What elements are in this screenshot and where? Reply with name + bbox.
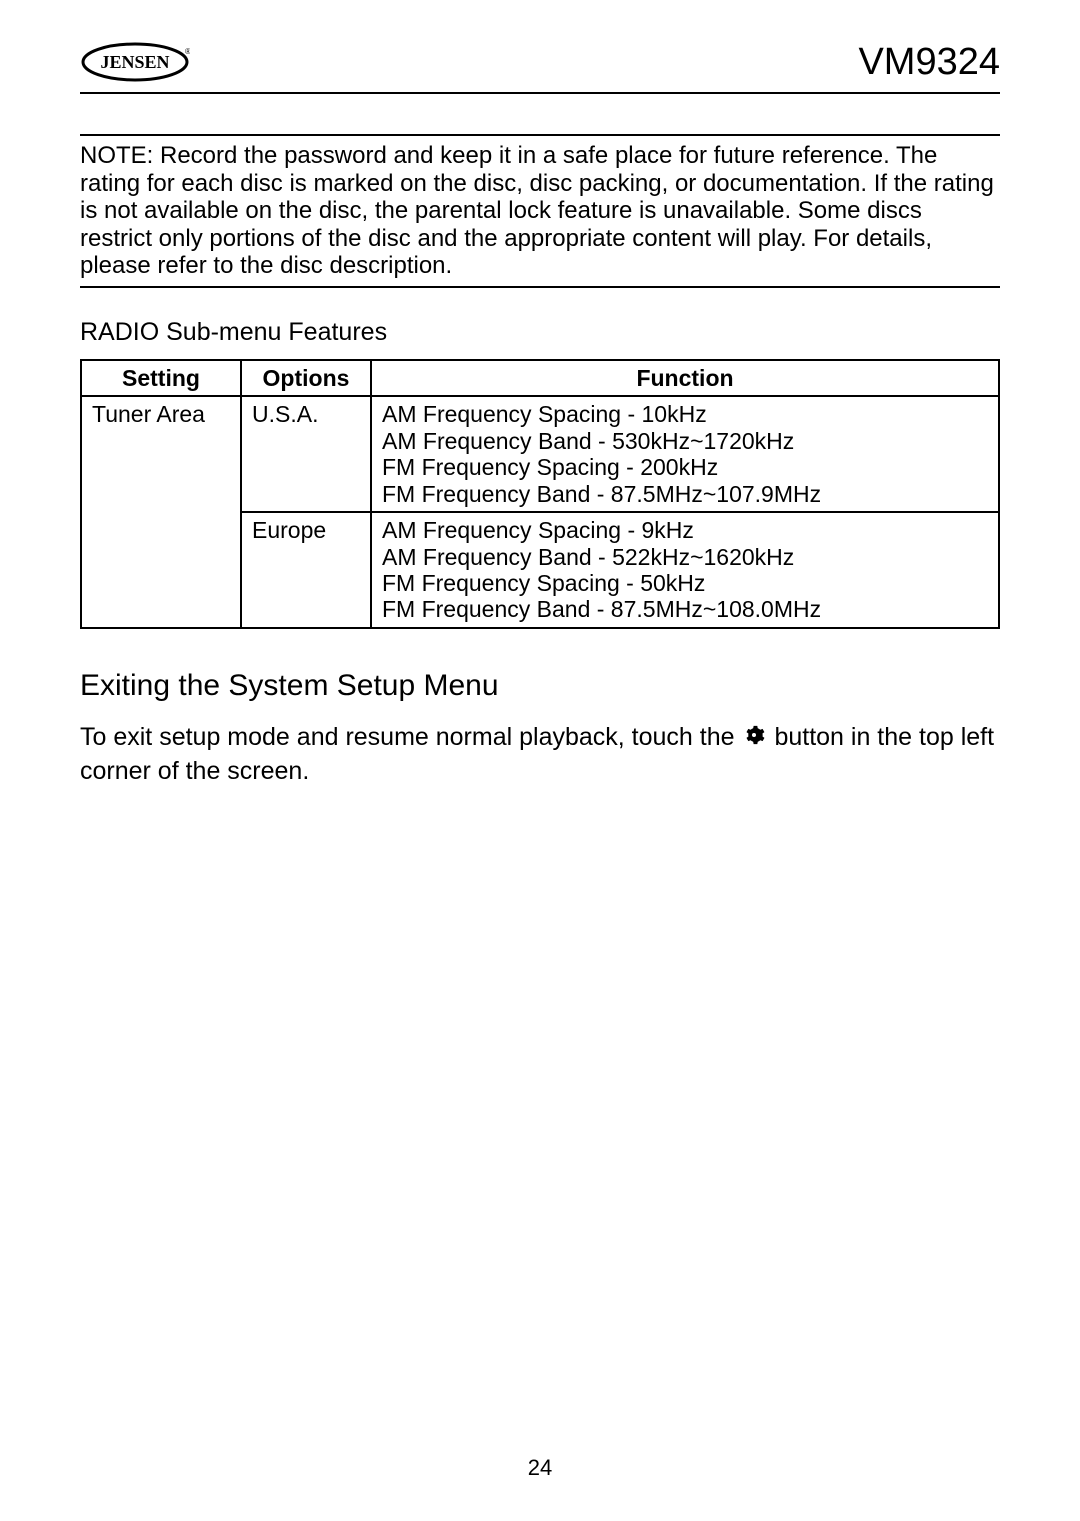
- note-text: NOTE: Record the password and keep it in…: [80, 142, 994, 279]
- cell-function: AM Frequency Spacing - 10kHz AM Frequenc…: [371, 396, 999, 512]
- func-line: AM Frequency Band - 522kHz~1620kHz: [382, 544, 988, 570]
- page-number: 24: [0, 1455, 1080, 1481]
- func-line: FM Frequency Spacing - 50kHz: [382, 570, 988, 596]
- model-number: VM9324: [858, 41, 1000, 84]
- func-line: AM Frequency Spacing - 10kHz: [382, 401, 988, 427]
- col-header-setting: Setting: [81, 360, 241, 396]
- gear-icon: [743, 722, 765, 755]
- radio-features-table: Setting Options Function Tuner Area U.S.…: [80, 359, 1000, 629]
- svg-text:®: ®: [185, 47, 190, 56]
- cell-setting: Tuner Area: [81, 396, 241, 628]
- exit-section-title: Exiting the System Setup Menu: [80, 669, 1000, 703]
- cell-option: U.S.A.: [241, 396, 371, 512]
- exit-text-before: To exit setup mode and resume normal pla…: [80, 723, 741, 751]
- func-line: AM Frequency Spacing - 9kHz: [382, 517, 988, 543]
- svg-text:JENSEN: JENSEN: [100, 52, 169, 72]
- col-header-function: Function: [371, 360, 999, 396]
- col-header-options: Options: [241, 360, 371, 396]
- note-block: NOTE: Record the password and keep it in…: [80, 134, 1000, 288]
- radio-submenu-title: RADIO Sub-menu Features: [80, 318, 1000, 347]
- page-header: JENSEN ® VM9324: [80, 40, 1000, 94]
- func-line: AM Frequency Band - 530kHz~1720kHz: [382, 428, 988, 454]
- table-row: Tuner Area U.S.A. AM Frequency Spacing -…: [81, 396, 999, 512]
- cell-function: AM Frequency Spacing - 9kHz AM Frequency…: [371, 512, 999, 628]
- cell-option: Europe: [241, 512, 371, 628]
- func-line: FM Frequency Spacing - 200kHz: [382, 454, 988, 480]
- func-line: FM Frequency Band - 87.5MHz~108.0MHz: [382, 596, 988, 622]
- brand-logo: JENSEN ®: [80, 40, 190, 84]
- exit-paragraph: To exit setup mode and resume normal pla…: [80, 721, 1000, 787]
- func-line: FM Frequency Band - 87.5MHz~107.9MHz: [382, 481, 988, 507]
